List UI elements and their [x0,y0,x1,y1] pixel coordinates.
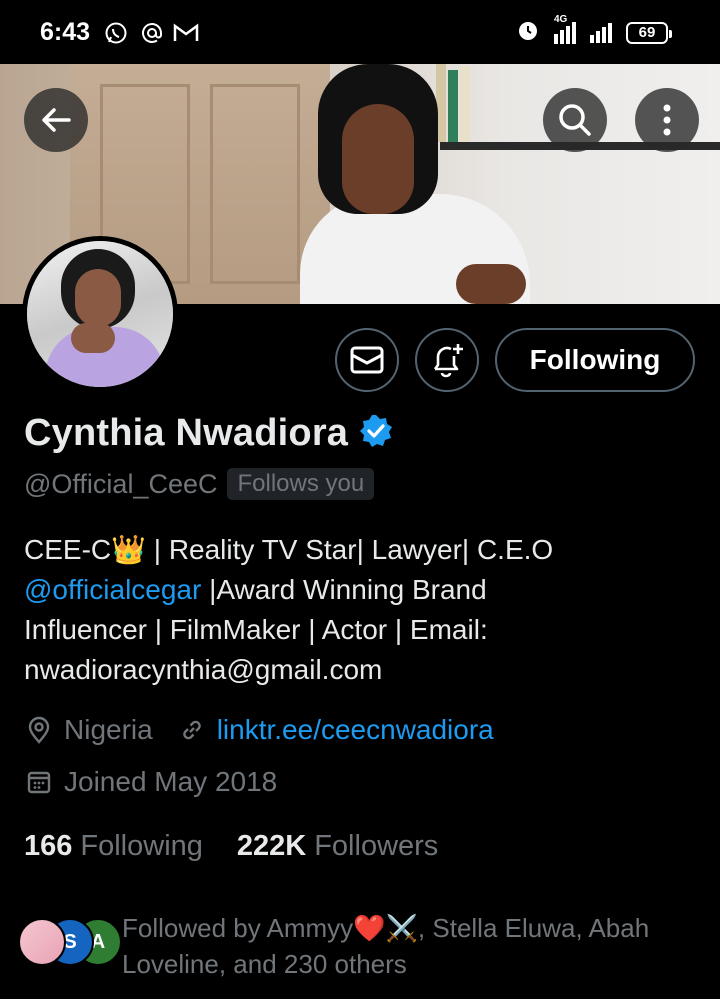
profile-meta-row: Nigeria linktr.ee/ceecnwadiora [24,714,494,746]
more-button[interactable] [635,88,699,152]
bio: CEE-C👑 | Reality TV Star| Lawyer| C.E.O … [24,530,704,690]
banner-books [436,64,476,142]
signal-4g-icon: 4G [554,14,576,44]
location-pin-icon [24,715,54,745]
profile-avatar[interactable] [22,236,178,392]
more-vertical-icon [663,104,671,136]
whatsapp-icon [102,20,130,46]
bell-plus-icon [433,344,463,378]
website-link[interactable]: linktr.ee/ceecnwadiora [217,714,494,746]
back-button[interactable] [24,88,88,152]
envelope-icon [350,346,384,374]
followed-by-avatars: S A [18,918,122,968]
joined-date: Joined May 2018 [64,766,278,797]
handle: @Official_CeeC [24,468,218,499]
avatar [18,918,66,966]
display-name: Cynthia Nwadiora [24,412,349,454]
followed-by-text: Followed by Ammyy❤️⚔️, Stella Eluwa, Aba… [122,913,650,979]
bio-line: CEE-C👑 | Reality TV Star| Lawyer| C.E.O [24,534,554,565]
status-time: 6:43 [40,18,91,46]
search-icon [559,104,591,136]
follows-you-badge: Follows you [227,468,375,500]
bio-line: @officialcegar |Award Winning Brand [24,574,487,605]
following-button[interactable]: Following [495,328,695,392]
location: Nigeria [64,714,153,745]
handle-row: @Official_CeeC Follows you [24,468,375,500]
name-row: Cynthia Nwadiora [24,412,394,455]
link-icon [177,715,207,745]
message-button[interactable] [335,328,399,392]
battery-level: 69 [638,24,656,41]
bio-mention-link[interactable]: @officialcegar [24,574,201,605]
notifications-button[interactable] [415,328,479,392]
joined-row: Joined May 2018 [24,766,277,798]
at-icon [138,20,166,46]
avatar-photo [27,241,173,387]
verified-badge-icon [358,413,394,454]
followers-stat[interactable]: 222K Followers [237,830,438,863]
bio-line: nwadioracynthia@gmail.com [24,654,383,685]
status-right: 4G 69 [516,14,672,47]
bio-line: Influencer | FilmMaker | Actor | Email: [24,614,488,645]
signal-icon [590,22,612,43]
gmail-icon [172,20,200,46]
network-label: 4G [554,13,568,25]
follow-stats: 166 Following 222K Followers [24,830,438,863]
status-bar: 6:43 4G 69 [0,0,720,64]
following-stat[interactable]: 166 Following [24,830,203,863]
calendar-icon [24,767,54,797]
arrow-left-icon [42,108,71,132]
search-button[interactable] [543,88,607,152]
alarm-icon [516,18,540,47]
battery-icon: 69 [626,21,672,44]
